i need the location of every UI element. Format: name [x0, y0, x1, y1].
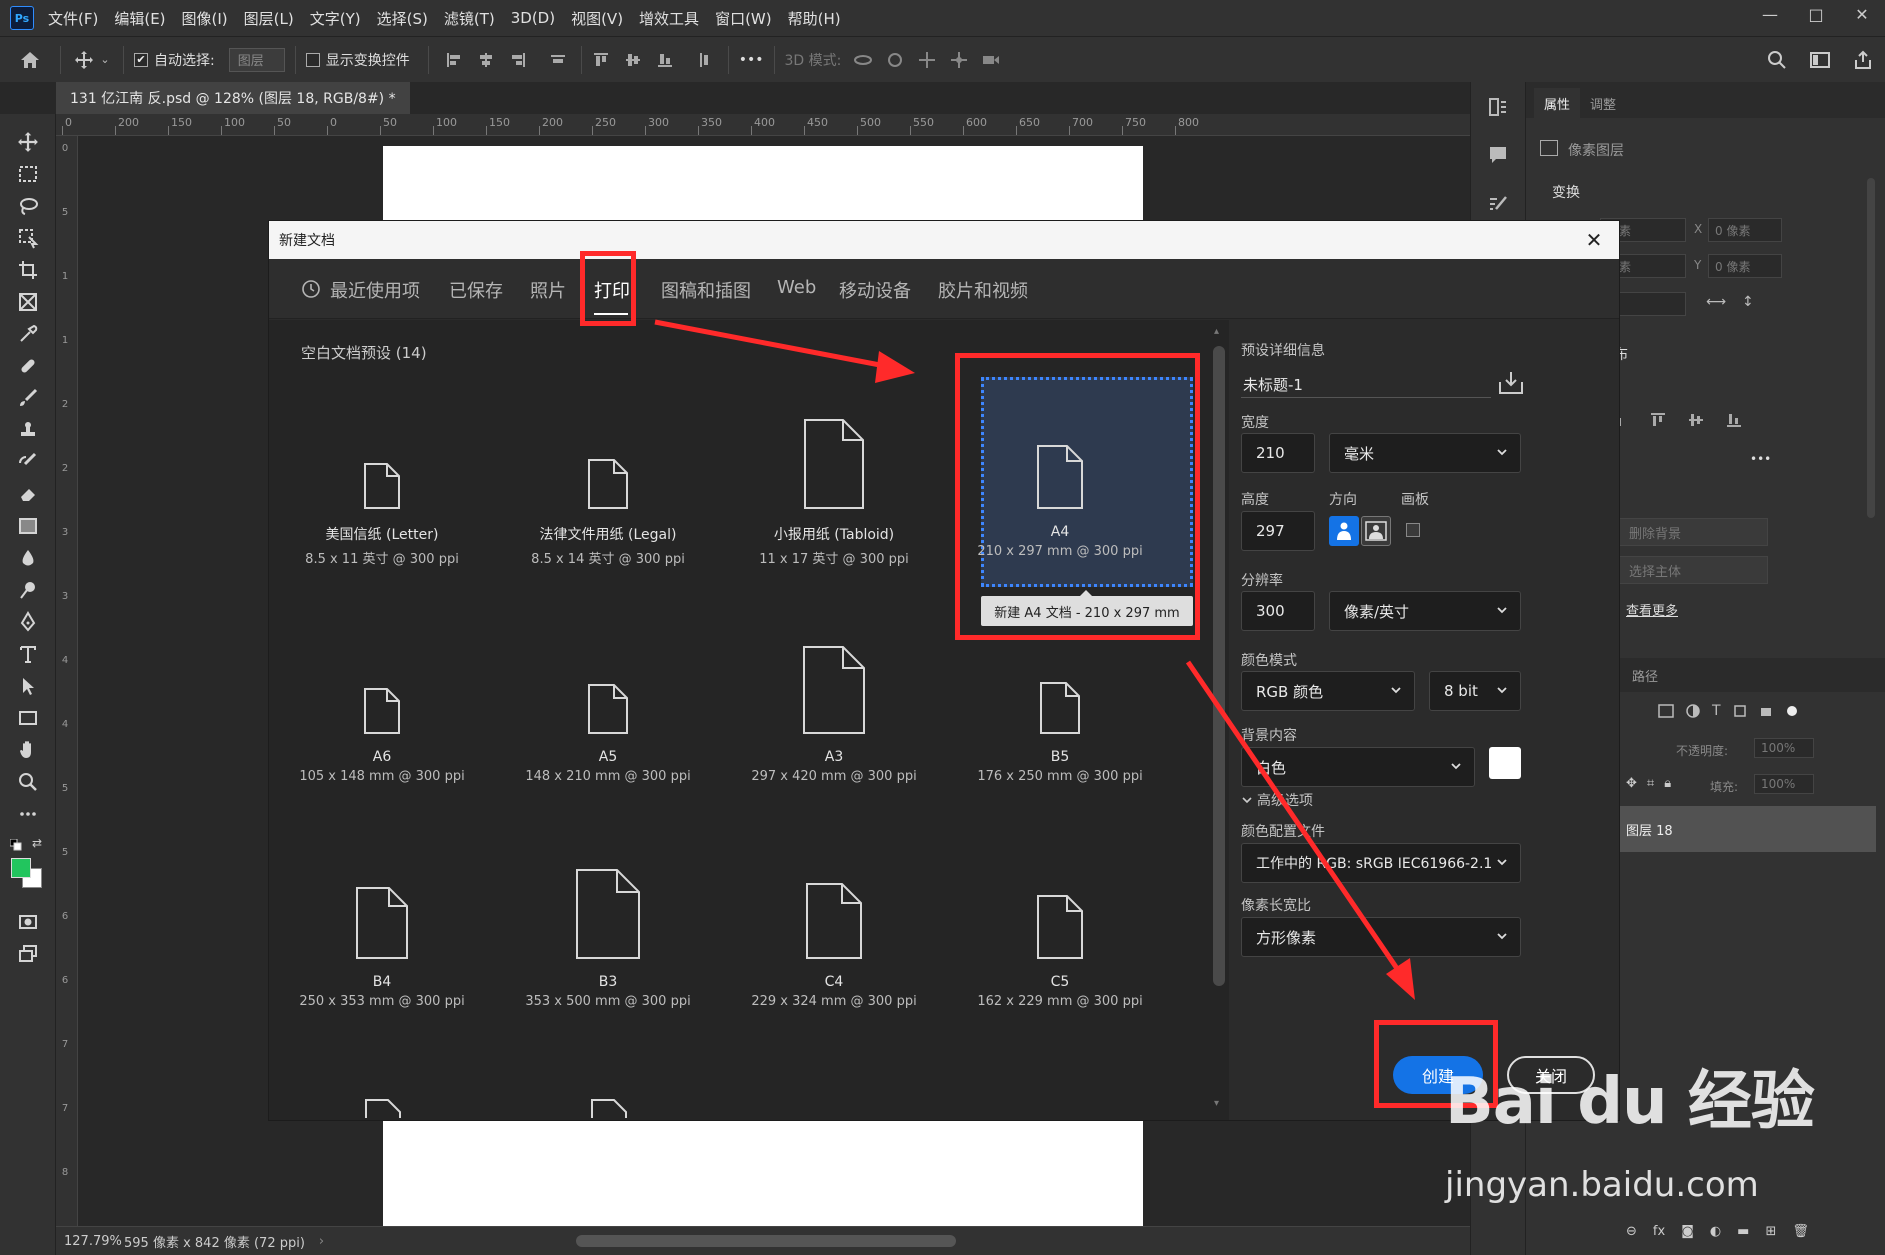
annotation-arrows	[654, 319, 1415, 1000]
annotation-arrow-to-create	[1185, 660, 1401, 972]
annotation-arrow-to-a4	[654, 319, 881, 368]
annotation-arrowhead-create	[1386, 958, 1415, 1000]
annotation-arrowhead-a4	[875, 351, 915, 383]
